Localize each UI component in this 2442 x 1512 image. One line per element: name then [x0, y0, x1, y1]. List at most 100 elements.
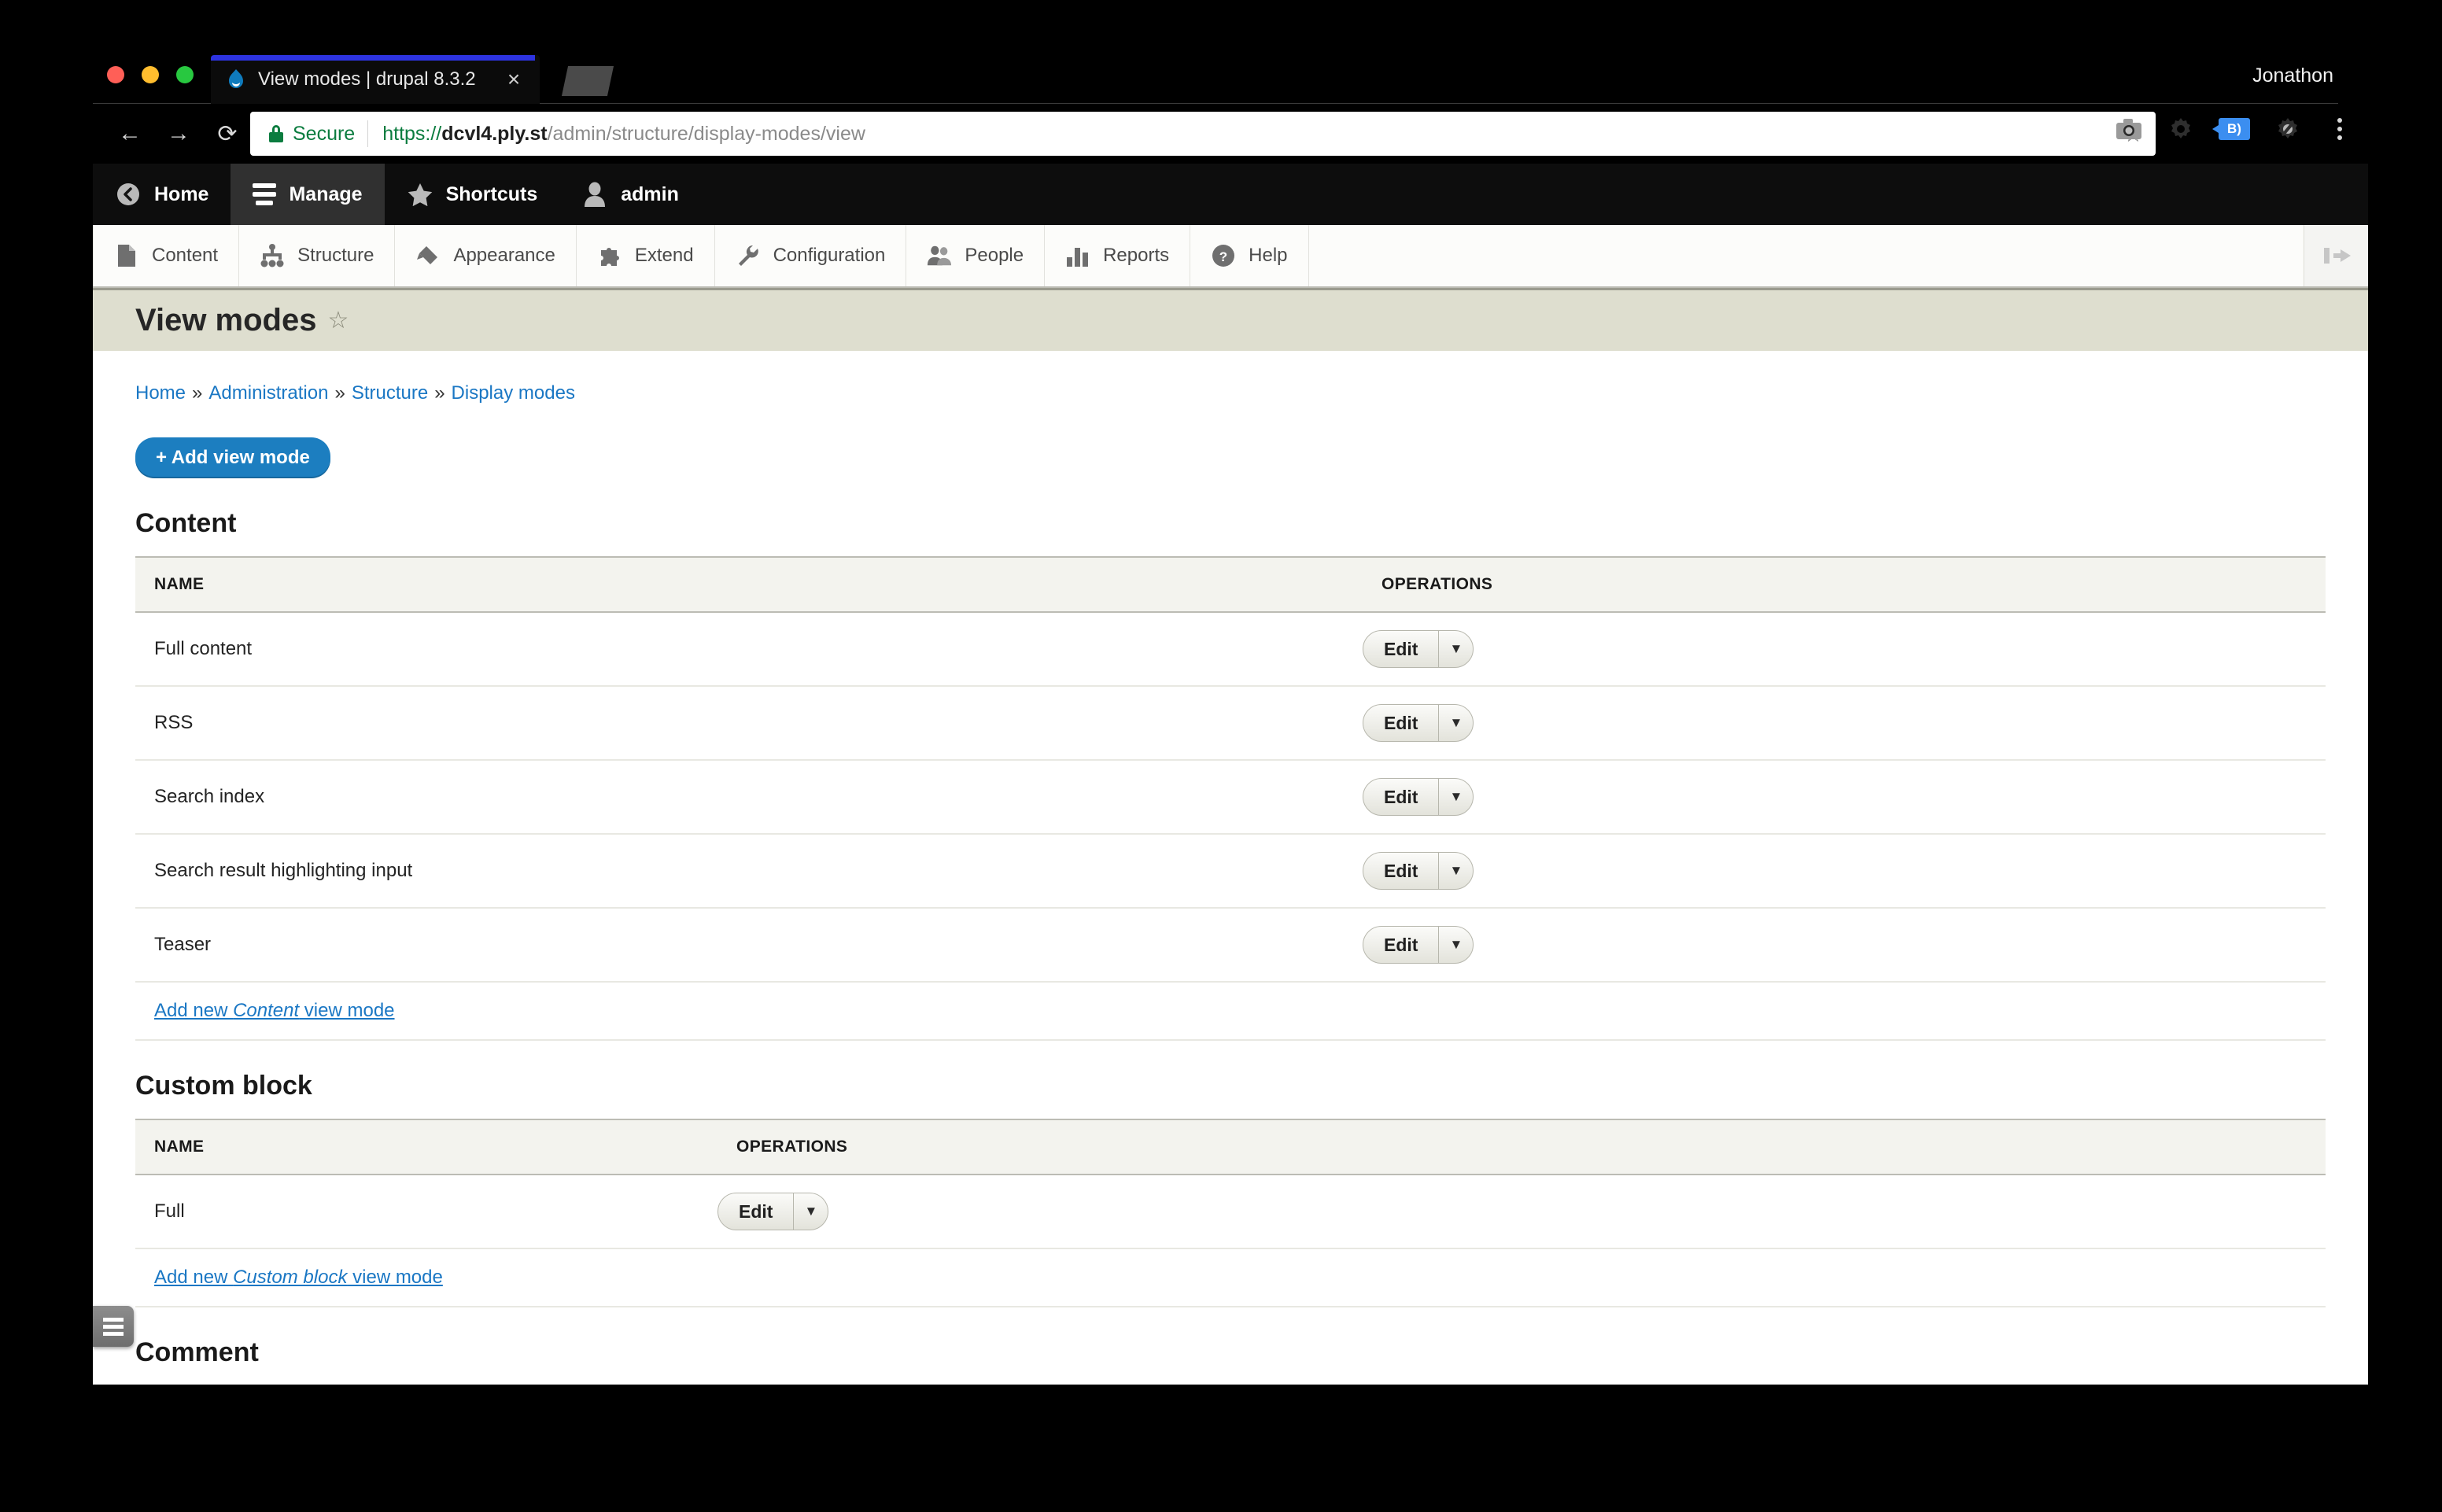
toolbar-item-admin-label: admin — [621, 183, 679, 205]
chevron-down-icon[interactable]: ▼ — [1438, 631, 1473, 667]
view-mode-name: Teaser — [135, 908, 1363, 983]
view-mode-name: RSS — [135, 686, 1363, 761]
breadcrumb-item-structure[interactable]: Structure — [352, 382, 428, 404]
bug-gear-icon[interactable] — [2274, 115, 2302, 143]
minimize-window-button[interactable] — [142, 66, 159, 83]
admin-menu-item-structure[interactable]: Structure — [239, 225, 396, 286]
breadcrumb-item-administration[interactable]: Administration — [208, 382, 328, 404]
admin-menu-item-extend[interactable]: Extend — [577, 225, 715, 286]
reload-button[interactable]: ⟳ — [206, 112, 249, 155]
browser-profile-name[interactable]: Jonathon — [2252, 65, 2333, 87]
chevron-down-icon[interactable]: ▼ — [1438, 705, 1473, 741]
forward-button[interactable]: → — [157, 112, 200, 155]
chevron-down-icon[interactable]: ▼ — [1438, 927, 1473, 963]
edit-dropbutton[interactable]: Edit ▼ — [1363, 630, 1474, 668]
operations-cell: Edit ▼ — [717, 1175, 2326, 1249]
close-tab-button[interactable]: × — [500, 68, 527, 90]
breadcrumb: Home» Administration» Structure» Display mo… — [135, 351, 2326, 404]
view-mode-name: Full — [135, 1175, 717, 1249]
edit-dropbutton[interactable]: Edit ▼ — [1363, 852, 1474, 890]
back-button[interactable]: ← — [109, 112, 151, 155]
view-mode-name: Full content — [135, 612, 1363, 687]
edit-button[interactable]: Edit — [1363, 927, 1438, 963]
add-new-custom-block-view-mode-link[interactable]: Add new Custom block view mode — [154, 1267, 443, 1288]
toolbar-item-shortcuts[interactable]: Shortcuts — [385, 164, 560, 225]
chevron-down-icon[interactable]: ▼ — [1438, 779, 1473, 815]
admin-menu-item-appearance-label: Appearance — [453, 245, 555, 266]
column-header-name: NAME — [135, 1119, 717, 1175]
svg-text:?: ? — [1219, 249, 1227, 264]
table-header-row: NAME OPERATIONS — [135, 1119, 2326, 1175]
browser-tab-active[interactable]: View modes | drupal 8.3.2 × — [211, 55, 540, 104]
admin-menu-item-configuration[interactable]: Configuration — [715, 225, 907, 286]
lock-icon — [269, 125, 283, 142]
collapse-left-icon[interactable] — [2304, 225, 2368, 286]
chevron-down-icon[interactable]: ▼ — [793, 1193, 828, 1230]
breadcrumb-separator: » — [334, 382, 345, 404]
edit-button[interactable]: Edit — [1363, 631, 1438, 667]
add-new-prefix: Add new — [154, 1267, 234, 1288]
edit-dropbutton[interactable]: Edit ▼ — [1363, 704, 1474, 742]
bars-icon — [1065, 243, 1090, 268]
breadcrumb-item-display-modes[interactable]: Display modes — [452, 382, 575, 404]
toolbar-item-admin[interactable]: admin — [559, 164, 701, 225]
toolbar-item-manage[interactable]: Manage — [231, 164, 385, 225]
edit-button[interactable]: Edit — [718, 1193, 793, 1230]
add-new-content-view-mode-link[interactable]: Add new Content view mode — [154, 1000, 395, 1021]
edit-dropbutton[interactable]: Edit ▼ — [717, 1193, 829, 1230]
view-mode-name: Search index — [135, 760, 1363, 835]
browser-tab-title: View modes | drupal 8.3.2 — [258, 68, 476, 90]
edit-button[interactable]: Edit — [1363, 779, 1438, 815]
column-header-operations: OPERATIONS — [1363, 556, 2326, 613]
admin-menu-item-reports[interactable]: Reports — [1045, 225, 1191, 286]
view-modes-table-content: NAME OPERATIONS Full content Edit ▼ RSS … — [135, 556, 2326, 1041]
address-bar-url: https://dcvl4.ply.st/admin/structure/dis… — [382, 123, 865, 146]
hamburger-tray-icon[interactable] — [93, 1306, 134, 1347]
maximize-window-button[interactable] — [176, 66, 194, 83]
breadcrumb-separator: » — [192, 382, 203, 404]
edit-dropbutton[interactable]: Edit ▼ — [1363, 778, 1474, 816]
favorite-star-icon[interactable]: ☆ — [327, 307, 349, 334]
new-tab-button[interactable] — [561, 66, 614, 96]
admin-menu-item-people[interactable]: People — [906, 225, 1046, 286]
edit-dropbutton[interactable]: Edit ▼ — [1363, 926, 1474, 964]
column-header-operations: OPERATIONS — [717, 1119, 2326, 1175]
chevron-down-icon[interactable]: ▼ — [1438, 853, 1473, 889]
tag-badge-icon[interactable]: B) — [2212, 118, 2250, 140]
add-new-cell: Add new Content view mode — [135, 982, 2326, 1041]
table-row: RSS Edit ▼ — [135, 686, 2326, 761]
add-view-mode-button[interactable]: + Add view mode — [135, 437, 330, 478]
back-circle-icon — [115, 181, 142, 208]
table-header-row: NAME OPERATIONS — [135, 556, 2326, 613]
camera-icon[interactable] — [2115, 115, 2143, 143]
window-controls[interactable] — [107, 66, 194, 83]
admin-menu-item-help[interactable]: ? Help — [1190, 225, 1309, 286]
view-modes-table-custom-block: NAME OPERATIONS Full Edit ▼ Add new Cust… — [135, 1119, 2326, 1307]
breadcrumb-item-home[interactable]: Home — [135, 382, 186, 404]
edit-button[interactable]: Edit — [1363, 705, 1438, 741]
table-row-add-new: Add new Custom block view mode — [135, 1248, 2326, 1307]
admin-menu-item-people-label: People — [965, 245, 1024, 266]
browser-extension-icons: B) — [2115, 115, 2354, 143]
toolbar-item-home[interactable]: Home — [93, 164, 231, 225]
edit-button[interactable]: Edit — [1363, 853, 1438, 889]
gear-icon[interactable] — [2167, 115, 2195, 143]
admin-menu-item-content[interactable]: Content — [93, 225, 240, 286]
address-bar[interactable]: Secure https://dcvl4.ply.st/admin/struct… — [250, 112, 2156, 156]
admin-menu-item-configuration-label: Configuration — [773, 245, 886, 266]
browser-toolbar: ← → ⟳ Secure https://dcvl4.ply.st/admin/… — [93, 104, 2368, 164]
browser-tab-strip: View modes | drupal 8.3.2 × Jonathon — [93, 44, 2368, 104]
url-path: /admin/structure/display-modes/view — [547, 122, 865, 145]
admin-menu-item-appearance[interactable]: Appearance — [395, 225, 577, 286]
add-new-prefix: Add new — [154, 1000, 234, 1021]
table-row: Full Edit ▼ — [135, 1175, 2326, 1249]
operations-cell: Edit ▼ — [1363, 760, 2326, 835]
hamburger-icon — [253, 181, 277, 208]
section-heading-comment: Comment — [135, 1337, 259, 1367]
page-header-band: View modes ☆ — [93, 288, 2368, 351]
kebab-menu-icon[interactable] — [2326, 115, 2354, 143]
close-window-button[interactable] — [107, 66, 124, 83]
admin-menu-item-help-label: Help — [1249, 245, 1288, 266]
breadcrumb-separator: » — [434, 382, 445, 404]
document-icon — [114, 243, 139, 268]
